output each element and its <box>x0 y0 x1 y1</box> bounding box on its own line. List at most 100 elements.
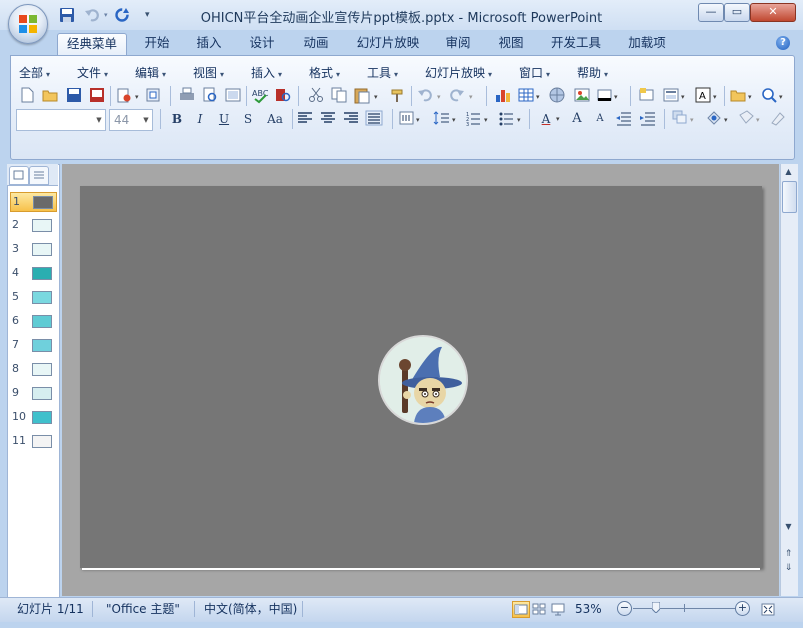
slide-thumbnail[interactable]: 8 <box>10 360 55 378</box>
close-button[interactable]: ✕ <box>750 3 796 22</box>
menu-help[interactable]: 帮助 ▾ <box>577 64 608 80</box>
slideshow-view-icon[interactable] <box>549 601 567 618</box>
tab-design[interactable]: 设计 <box>241 33 283 55</box>
menu-format[interactable]: 格式 ▾ <box>309 64 340 80</box>
layout-icon[interactable]: ▾ <box>662 86 690 106</box>
scroll-down-icon[interactable]: ▼ <box>782 521 795 533</box>
tab-developer[interactable]: 开发工具 <box>543 33 609 55</box>
menu-window[interactable]: 窗口 ▾ <box>519 64 550 80</box>
new-slide-icon[interactable] <box>638 86 658 106</box>
normal-view-icon[interactable] <box>512 601 530 618</box>
undo-icon[interactable]: ▾ <box>416 86 446 106</box>
tab-classic-menu[interactable]: 经典菜单 <box>57 33 127 56</box>
copy-icon[interactable] <box>330 86 350 106</box>
save-icon[interactable] <box>65 86 85 106</box>
menu-view[interactable]: 视图 ▾ <box>193 64 224 80</box>
slide-thumbnail[interactable]: 3 <box>10 240 55 258</box>
grow-font-button[interactable]: A <box>567 109 587 129</box>
zoom-out-icon[interactable]: − <box>617 601 632 616</box>
print-preview-icon[interactable] <box>201 86 221 106</box>
shape-outline-icon[interactable] <box>768 109 788 129</box>
justify-icon[interactable] <box>365 109 385 129</box>
restore-button[interactable]: ▭ <box>724 3 750 22</box>
help-icon[interactable]: ? <box>776 36 790 50</box>
hyperlink-icon[interactable] <box>548 86 568 106</box>
shapes-icon[interactable]: ▾ <box>729 86 757 106</box>
tab-animations[interactable]: 动画 <box>295 33 337 55</box>
change-case-button[interactable]: Aa <box>260 109 290 129</box>
shrink-font-button[interactable]: A <box>590 109 610 129</box>
slide-thumbnail[interactable]: 2 <box>10 216 55 234</box>
zoom-in-icon[interactable]: + <box>735 601 750 616</box>
slide-thumbnail[interactable]: 11 <box>10 432 55 450</box>
wizard-avatar-image[interactable] <box>378 335 468 425</box>
tab-review[interactable]: 审阅 <box>437 33 479 55</box>
increase-indent-icon[interactable] <box>639 109 659 129</box>
menu-tools[interactable]: 工具 ▾ <box>367 64 398 80</box>
slide-thumbnail[interactable]: 1 <box>10 192 57 212</box>
menu-slideshow[interactable]: 幻灯片放映 ▾ <box>425 64 492 80</box>
previous-slide-icon[interactable]: ⇑ <box>782 548 795 560</box>
slide-sorter-icon[interactable] <box>530 601 548 618</box>
slide-thumbnail[interactable]: 9 <box>10 384 55 402</box>
shape-fill-icon[interactable]: ▾ <box>737 109 767 129</box>
tab-insert[interactable]: 插入 <box>188 33 230 55</box>
slide-thumbnail[interactable]: 4 <box>10 264 55 282</box>
zoom-slider-track[interactable] <box>633 608 737 609</box>
insert-chart-icon[interactable] <box>494 86 514 106</box>
font-size-combo[interactable]: 44 ▼ <box>109 109 153 131</box>
bold-button[interactable]: B <box>167 109 187 129</box>
arrange-icon[interactable]: ▾ <box>671 109 701 129</box>
tab-addins[interactable]: 加载项 <box>620 33 674 55</box>
spelling-icon[interactable]: ABC <box>251 86 271 106</box>
font-name-combo[interactable]: ▼ <box>16 109 106 131</box>
minimize-button[interactable]: — <box>698 3 724 22</box>
outline-tab-icon[interactable] <box>29 166 49 185</box>
format-painter-icon[interactable] <box>389 86 409 106</box>
permissions-icon[interactable]: ▾ <box>115 86 143 106</box>
print-icon[interactable] <box>178 86 198 106</box>
cut-icon[interactable] <box>307 86 327 106</box>
numbering-icon[interactable]: 1 2 3 ▾ <box>465 109 493 129</box>
tab-home[interactable]: 开始 <box>136 33 178 55</box>
slide-thumbnail[interactable]: 5 <box>10 288 55 306</box>
textbox-icon[interactable]: A ▾ <box>694 86 722 106</box>
save-as-pdf-icon[interactable] <box>88 86 108 106</box>
tab-view[interactable]: 视图 <box>490 33 532 55</box>
redo-icon[interactable]: ▾ <box>448 86 478 106</box>
slide-thumbnail[interactable]: 10 <box>10 408 55 426</box>
align-right-icon[interactable] <box>342 109 362 129</box>
line-spacing-icon[interactable]: ▾ <box>433 109 461 129</box>
next-slide-icon[interactable]: ⇓ <box>782 562 795 574</box>
align-center-icon[interactable] <box>319 109 339 129</box>
theme-name[interactable]: "Office 主题" <box>106 600 180 618</box>
italic-button[interactable]: I <box>190 109 210 129</box>
zoom-slider-thumb[interactable] <box>651 601 661 614</box>
decrease-indent-icon[interactable] <box>615 109 635 129</box>
menu-insert[interactable]: 插入 ▾ <box>251 64 282 80</box>
font-color-button[interactable]: A <box>535 109 557 129</box>
chevron-down-icon[interactable]: ▼ <box>93 110 105 130</box>
attach-icon[interactable] <box>144 86 164 106</box>
insert-table-icon[interactable]: ▾ <box>517 86 545 106</box>
chevron-down-icon[interactable]: ▾ <box>556 115 560 123</box>
new-document-icon[interactable] <box>18 86 38 106</box>
scroll-thumb[interactable] <box>782 181 797 213</box>
zoom-level[interactable]: 53% <box>575 600 602 618</box>
chevron-down-icon[interactable]: ▼ <box>140 110 152 130</box>
office-button[interactable] <box>8 4 48 44</box>
menu-file[interactable]: 文件 ▾ <box>77 64 108 80</box>
menu-edit[interactable]: 编辑 ▾ <box>135 64 166 80</box>
tab-slideshow[interactable]: 幻灯片放映 <box>350 33 426 55</box>
page-setup-icon[interactable] <box>224 86 244 106</box>
slide-thumbnail[interactable]: 7 <box>10 336 55 354</box>
fill-color-icon[interactable]: ▾ <box>596 86 624 106</box>
language-indicator[interactable]: 中文(简体，中国) <box>204 600 297 618</box>
slide-thumbnail[interactable]: 6 <box>10 312 55 330</box>
slides-tab-icon[interactable] <box>9 166 29 185</box>
quick-styles-icon[interactable]: ▾ <box>705 109 735 129</box>
menu-all[interactable]: 全部 ▾ <box>19 64 50 80</box>
paste-icon[interactable]: ▾ <box>353 86 383 106</box>
align-left-icon[interactable] <box>296 109 316 129</box>
scroll-up-icon[interactable]: ▲ <box>782 166 795 178</box>
